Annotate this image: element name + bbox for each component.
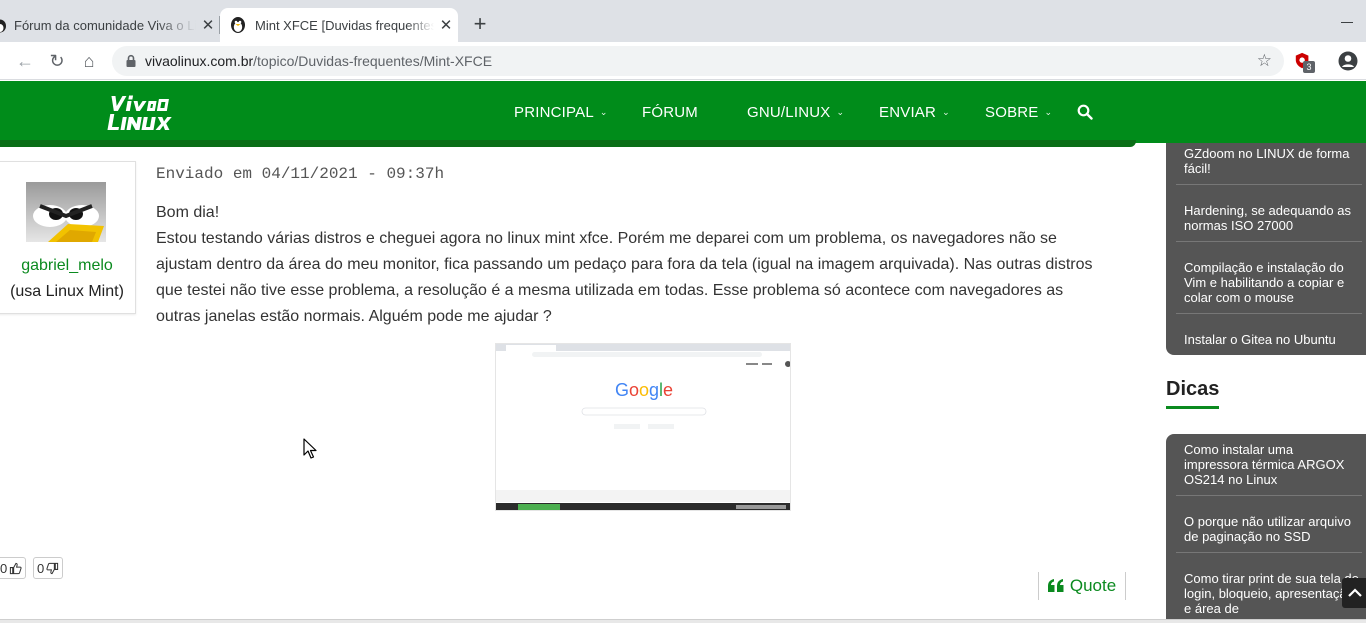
- sidebar-article-link[interactable]: GZdoom no LINUX de forma fácil!: [1184, 146, 1360, 176]
- close-tab-icon[interactable]: ✕: [196, 16, 220, 34]
- menu-item-gnu-linux[interactable]: GNU/LINUX ⌄: [747, 104, 844, 121]
- reload-button[interactable]: ↻: [46, 50, 68, 72]
- chevron-down-icon: ⌄: [942, 107, 950, 117]
- search-icon[interactable]: [1077, 104, 1093, 120]
- menu-item-sobre[interactable]: SOBRE ⌄: [985, 104, 1052, 121]
- tab-label: Mint XFCE [Duvidas frequentes]: [255, 17, 434, 33]
- address-bar[interactable]: vivaolinux.com.br/topico/Duvidas-frequen…: [112, 46, 1284, 76]
- author-avatar[interactable]: [26, 182, 106, 242]
- downvote-count: 0: [37, 560, 45, 576]
- url-path: /topico/Duvidas-frequentes/Mint-XFCE: [253, 53, 493, 69]
- menu-item-enviar[interactable]: ENVIAR ⌄: [879, 104, 950, 121]
- extension-button[interactable]: 3: [1294, 52, 1315, 73]
- profile-avatar-icon[interactable]: [1338, 51, 1358, 71]
- sidebar-articles: GZdoom no LINUX de forma fácil! Hardenin…: [1166, 143, 1366, 355]
- bookmark-star-icon[interactable]: ☆: [1257, 51, 1272, 71]
- post-date: Enviado em 04/11/2021 - 09:37h: [156, 165, 445, 183]
- menu-label: FÓRUM: [642, 104, 698, 121]
- menu-label: PRINCIPAL: [514, 104, 594, 121]
- menu-label: SOBRE: [985, 104, 1039, 121]
- author-card: gabriel_melo (usa Linux Mint): [0, 161, 136, 314]
- sidebar-dica-link[interactable]: Como instalar uma impressora térmica ARG…: [1184, 442, 1360, 487]
- sidebar-separator: [1176, 184, 1362, 185]
- scroll-to-top-button[interactable]: [1342, 578, 1366, 608]
- site-header: PRINCIPAL ⌄ FÓRUM GNU/LINUX ⌄ ENVIAR ⌄ SOBR…: [0, 81, 1366, 143]
- sidebar-separator: [1176, 552, 1362, 553]
- menu-item-forum[interactable]: FÓRUM: [642, 104, 698, 121]
- mouse-cursor-icon: [303, 438, 317, 459]
- menu-label: ENVIAR: [879, 104, 937, 121]
- menu-item-principal[interactable]: PRINCIPAL ⌄: [514, 104, 608, 121]
- tab-forum-comunidade[interactable]: Fórum da comunidade Viva o Linux ✕: [0, 8, 220, 42]
- chevron-down-icon: ⌄: [599, 107, 608, 117]
- page-bottom-edge: [0, 619, 1366, 623]
- chevron-down-icon: ⌄: [1044, 107, 1053, 117]
- minimize-window-button[interactable]: [1340, 10, 1354, 24]
- downvote-button[interactable]: 0: [33, 557, 64, 579]
- new-tab-button[interactable]: +: [470, 13, 490, 35]
- upvote-count: 0: [0, 560, 8, 576]
- close-tab-icon[interactable]: ✕: [434, 16, 458, 34]
- dicas-underline: [1166, 406, 1219, 409]
- tab-label: Fórum da comunidade Viva o Linux: [14, 17, 196, 33]
- browser-toolbar: ← ↻ ⌂ vivaolinux.com.br/topico/Duvidas-f…: [0, 42, 1366, 80]
- post-body: Bom dia! Estou testando várias distros e…: [156, 200, 1106, 330]
- chevron-up-icon: [1348, 588, 1362, 597]
- thumbs-up-icon: [10, 562, 22, 574]
- sidebar-dicas: Como instalar uma impressora térmica ARG…: [1166, 434, 1366, 623]
- upvote-button[interactable]: 0: [0, 557, 27, 579]
- sidebar-separator: [1176, 495, 1362, 496]
- browser-tab-bar: Fórum da comunidade Viva o Linux ✕ Mint …: [0, 0, 1366, 42]
- url-text: vivaolinux.com.br/topico/Duvidas-frequen…: [145, 53, 492, 69]
- home-button[interactable]: ⌂: [78, 50, 100, 72]
- tab-mint-xfce[interactable]: Mint XFCE [Duvidas frequentes] ✕: [220, 8, 458, 42]
- post-attached-image[interactable]: Google: [495, 343, 791, 511]
- sidebar-article-link[interactable]: Compilação e instalação do Vim e habilit…: [1184, 260, 1360, 305]
- viva-o-linux-logo[interactable]: [104, 93, 196, 133]
- sidebar-separator: [1176, 241, 1362, 242]
- extension-badge: 3: [1303, 61, 1315, 73]
- tux-favicon-icon: [231, 17, 245, 33]
- dicas-heading: Dicas: [1166, 378, 1220, 400]
- quote-button[interactable]: Quote: [1038, 572, 1126, 600]
- browser-screenshot-thumbnail: Google: [496, 344, 790, 510]
- thumbs-down-icon: [46, 562, 59, 574]
- author-distro: (usa Linux Mint): [10, 283, 124, 300]
- lock-icon: [126, 54, 136, 67]
- sidebar-article-link[interactable]: Instalar o Gitea no Ubuntu: [1184, 332, 1360, 347]
- author-name-link[interactable]: gabriel_melo: [0, 257, 135, 275]
- sidebar-separator: [1176, 313, 1362, 314]
- menu-label: GNU/LINUX: [747, 104, 831, 121]
- post-greeting: Bom dia!: [156, 204, 220, 221]
- sidebar-article-link[interactable]: Hardening, se adequando as normas ISO 27…: [1184, 203, 1360, 233]
- back-button[interactable]: ←: [14, 50, 36, 72]
- svg-text:Google: Google: [615, 380, 673, 400]
- quote-icon: [1047, 579, 1064, 592]
- quote-label: Quote: [1069, 576, 1117, 595]
- url-domain: vivaolinux.com.br: [145, 53, 254, 69]
- sidebar-dica-link[interactable]: O porque não utilizar arquivo de paginaç…: [1184, 514, 1360, 544]
- chevron-down-icon: ⌄: [836, 107, 845, 117]
- header-shadow: [0, 140, 1136, 147]
- sidebar-dica-link[interactable]: Como tirar print de sua tela de login, b…: [1184, 571, 1360, 616]
- post-text: Estou testando várias distros e cheguei …: [156, 230, 1093, 325]
